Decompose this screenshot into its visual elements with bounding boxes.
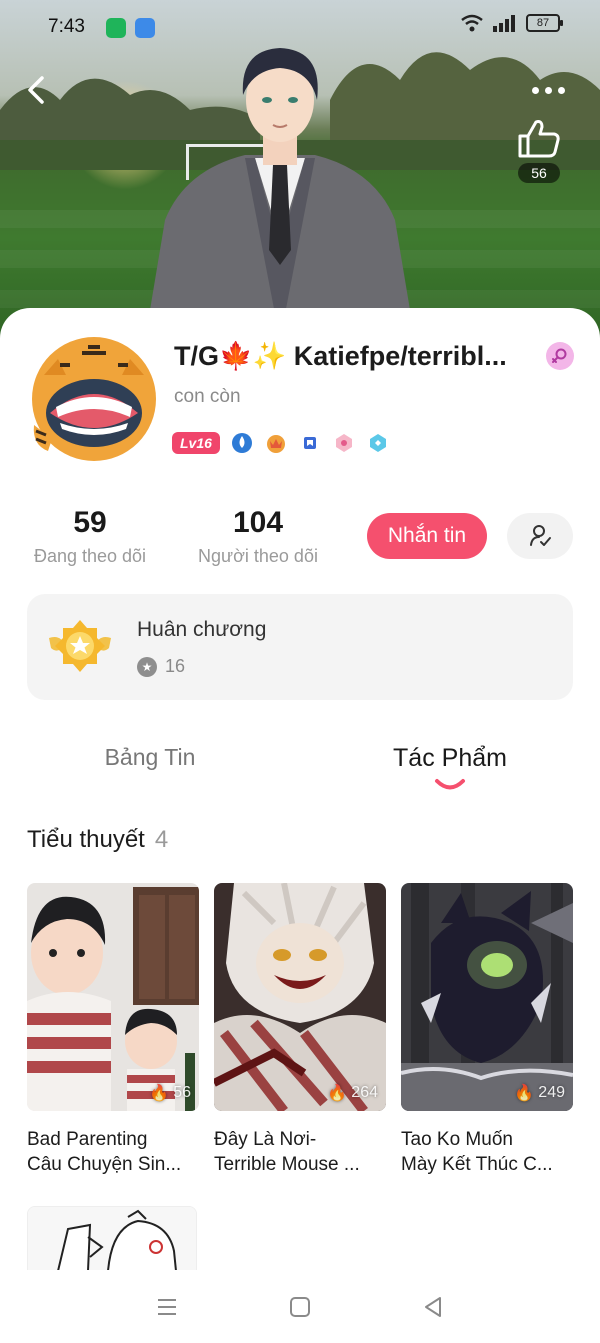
tab-works[interactable]: Tác Phẩm bbox=[380, 744, 520, 773]
status-indicators: 87 bbox=[460, 14, 563, 32]
gem-badge-icon[interactable] bbox=[332, 431, 356, 455]
novel-view-count: 56 bbox=[173, 1084, 191, 1101]
novel-title-line: Bad Parenting bbox=[27, 1129, 148, 1150]
more-options-button[interactable] bbox=[532, 82, 572, 98]
back-icon bbox=[28, 76, 44, 104]
wifi-icon bbox=[461, 14, 483, 32]
novel-cover: 🔥 249 bbox=[401, 883, 573, 1111]
level-badge[interactable]: Lv16 bbox=[172, 432, 220, 454]
novel-title: Đây Là Nơi- Terrible Mouse ... bbox=[214, 1127, 386, 1177]
followers-stat[interactable]: 104 Người theo dõi bbox=[190, 506, 326, 567]
followers-count: 104 bbox=[232, 506, 284, 539]
profile-banner: 7:43 87 56 bbox=[0, 0, 600, 340]
medal-title: Huân chương bbox=[137, 618, 267, 641]
gender-icon bbox=[546, 342, 574, 370]
novel-card[interactable]: 🔥 56 Bad Parenting Câu Chuyện Sin... bbox=[27, 883, 199, 1177]
profile-bio: con còn bbox=[174, 386, 241, 407]
tab-active-indicator bbox=[435, 779, 465, 790]
message-button[interactable]: Nhắn tin bbox=[367, 513, 487, 559]
novel-views: 🔥 56 bbox=[149, 1083, 191, 1103]
battery-indicator: 87 bbox=[526, 14, 563, 32]
following-label: Đang theo dõi bbox=[33, 546, 147, 566]
novel-cover bbox=[28, 1207, 196, 1270]
menu-icon bbox=[157, 1298, 176, 1315]
back-button[interactable] bbox=[22, 72, 54, 108]
status-time: 7:43 bbox=[48, 16, 85, 37]
system-nav-bar bbox=[0, 1270, 600, 1343]
novel-title-line: Đây Là Nơi- bbox=[214, 1129, 317, 1150]
signal-icon bbox=[493, 15, 515, 32]
medal-count: 16 bbox=[165, 656, 186, 676]
like-button[interactable] bbox=[514, 114, 564, 164]
follow-button[interactable] bbox=[507, 513, 573, 559]
hexagon-badge-icon[interactable] bbox=[366, 431, 390, 455]
fire-icon: 🔥 bbox=[327, 1085, 348, 1102]
novel-title-line: Tao Ko Muốn bbox=[401, 1129, 513, 1150]
section-count: 4 bbox=[154, 826, 169, 853]
app-notification-icon bbox=[135, 18, 155, 38]
novel-view-count: 264 bbox=[351, 1084, 378, 1101]
app-notification-icon bbox=[106, 18, 126, 38]
like-count: 56 bbox=[518, 163, 560, 183]
medal-count-row: ★ 16 bbox=[137, 656, 185, 677]
water-drop-badge-icon[interactable] bbox=[230, 431, 254, 455]
novel-views: 🔥 249 bbox=[514, 1083, 565, 1103]
novel-view-count: 249 bbox=[538, 1084, 565, 1101]
section-title-text: Tiểu thuyết bbox=[27, 826, 145, 853]
flag-badge-icon[interactable] bbox=[298, 431, 322, 455]
character-illustration bbox=[145, 48, 415, 340]
home-button[interactable] bbox=[280, 1287, 320, 1327]
novel-card[interactable] bbox=[27, 1206, 197, 1270]
novel-card[interactable]: 🔥 249 Tao Ko Muốn Mày Kết Thúc C... bbox=[401, 883, 573, 1177]
recent-apps-button[interactable] bbox=[147, 1287, 187, 1327]
more-icon bbox=[532, 86, 539, 94]
novel-title-line: Terrible Mouse ... bbox=[214, 1154, 360, 1175]
status-bar: 7:43 87 bbox=[0, 0, 600, 56]
followers-label: Người theo dõi bbox=[198, 546, 318, 566]
follow-user-icon bbox=[530, 525, 551, 546]
fire-icon: 🔥 bbox=[149, 1085, 170, 1102]
avatar[interactable] bbox=[30, 335, 158, 463]
following-count: 59 bbox=[73, 506, 107, 539]
novel-card[interactable]: 🔥 264 Đây Là Nơi- Terrible Mouse ... bbox=[214, 883, 386, 1177]
medal-icon bbox=[49, 620, 111, 672]
profile-name: T/G🍁✨ Katiefpe/terribl... bbox=[174, 341, 507, 371]
novel-title-line: Câu Chuyện Sin... bbox=[27, 1154, 182, 1175]
home-icon bbox=[289, 1296, 310, 1317]
novel-cover: 🔥 264 bbox=[214, 883, 386, 1111]
novel-title-line: Mày Kết Thúc C... bbox=[401, 1154, 553, 1175]
badge-row: Lv16 bbox=[172, 430, 390, 456]
following-stat[interactable]: 59 Đang theo dõi bbox=[25, 506, 155, 567]
novel-cover: 🔥 56 bbox=[27, 883, 199, 1111]
nav-back-button[interactable] bbox=[413, 1287, 453, 1327]
star-icon: ★ bbox=[137, 656, 157, 677]
novel-title: Tao Ko Muốn Mày Kết Thúc C... bbox=[401, 1127, 573, 1177]
back-nav-icon bbox=[425, 1296, 442, 1317]
fire-icon: 🔥 bbox=[514, 1085, 535, 1102]
novel-title: Bad Parenting Câu Chuyện Sin... bbox=[27, 1127, 199, 1177]
like-icon bbox=[518, 120, 560, 158]
crown-badge-icon[interactable] bbox=[264, 431, 288, 455]
medal-card[interactable]: Huân chương ★ 16 bbox=[27, 594, 573, 700]
novels-section-title: Tiểu thuyết 4 bbox=[27, 826, 168, 854]
tab-news-feed[interactable]: Bảng Tin bbox=[90, 744, 210, 771]
novel-views: 🔥 264 bbox=[327, 1083, 378, 1103]
